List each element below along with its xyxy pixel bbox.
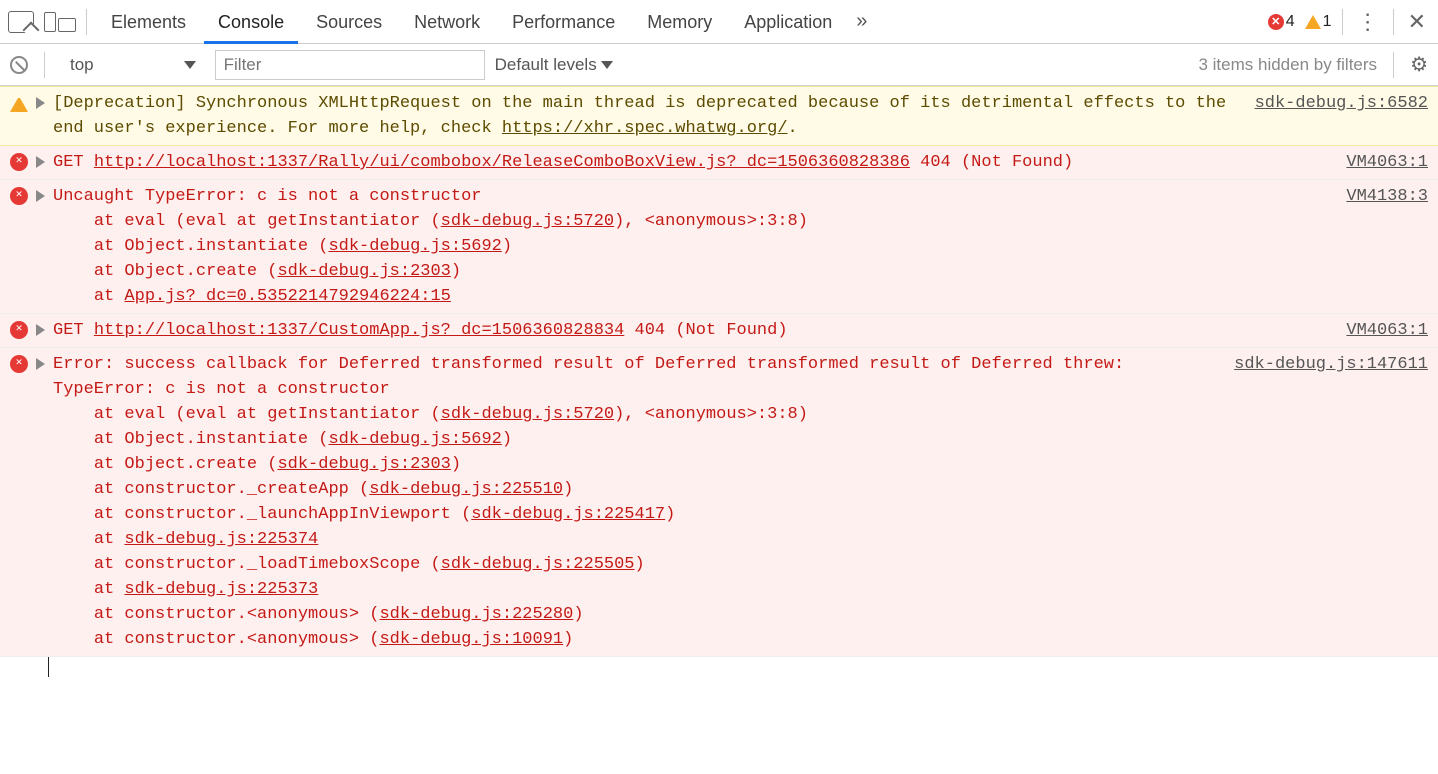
log-message-body: GET http://localhost:1337/CustomApp.js?_… (53, 318, 1338, 343)
stack-link[interactable]: sdk-debug.js:225417 (471, 505, 665, 524)
filter-input[interactable] (215, 50, 485, 80)
log-message-body: Error: success callback for Deferred tra… (53, 352, 1226, 652)
log-error: ✕ Error: success callback for Deferred t… (0, 348, 1438, 657)
stack-link[interactable]: sdk-debug.js:225373 (124, 580, 318, 599)
separator (1393, 9, 1394, 35)
tab-sources[interactable]: Sources (302, 0, 396, 44)
error-icon: ✕ (10, 187, 28, 205)
stack-link[interactable]: sdk-debug.js:5692 (328, 237, 501, 256)
stack-link[interactable]: sdk-debug.js:225280 (379, 605, 573, 624)
request-url[interactable]: http://localhost:1337/Rally/ui/combobox/… (94, 153, 910, 172)
stack-link[interactable]: sdk-debug.js:10091 (379, 630, 563, 649)
context-value: top (70, 55, 94, 75)
error-icon: ✕ (10, 355, 28, 373)
clear-console-icon[interactable] (10, 56, 28, 74)
stack-link[interactable]: sdk-debug.js:5692 (328, 430, 501, 449)
stack-link[interactable]: sdk-debug.js:225374 (124, 530, 318, 549)
stack-link[interactable]: sdk-debug.js:225505 (441, 555, 635, 574)
gear-icon[interactable]: ⚙ (1410, 52, 1428, 77)
separator (1342, 9, 1343, 35)
tabs-overflow[interactable]: » (850, 10, 873, 33)
source-link[interactable]: VM4063:1 (1346, 150, 1428, 175)
source-link[interactable]: VM4138:3 (1346, 184, 1428, 209)
inspect-icon[interactable] (8, 11, 40, 33)
console-toolbar: top Default levels 3 items hidden by fil… (0, 44, 1438, 86)
kebab-menu-icon[interactable]: ⋮ (1353, 9, 1383, 35)
log-message-body: Uncaught TypeError: c is not a construct… (53, 184, 1338, 309)
hidden-items-note[interactable]: 3 items hidden by filters (1198, 55, 1377, 75)
disclosure-icon[interactable] (36, 190, 45, 202)
disclosure-icon[interactable] (36, 358, 45, 370)
tab-memory[interactable]: Memory (633, 0, 726, 44)
tab-network[interactable]: Network (400, 0, 494, 44)
warning-icon (1305, 15, 1321, 29)
tab-application[interactable]: Application (730, 0, 846, 44)
error-count-badge[interactable]: ✕ 4 (1268, 13, 1295, 31)
disclosure-icon[interactable] (36, 97, 45, 109)
log-error: ✕ Uncaught TypeError: c is not a constru… (0, 180, 1438, 314)
disclosure-icon[interactable] (36, 156, 45, 168)
separator (44, 52, 45, 78)
tab-console[interactable]: Console (204, 0, 298, 44)
disclosure-icon[interactable] (36, 324, 45, 336)
stack-link[interactable]: App.js?_dc=0.5352214792946224:15 (124, 287, 450, 306)
warning-icon (10, 94, 28, 112)
log-error: ✕ GET http://localhost:1337/Rally/ui/com… (0, 146, 1438, 180)
chevron-down-icon (184, 61, 196, 69)
close-icon[interactable]: ✕ (1404, 9, 1430, 35)
chevron-down-icon (601, 61, 613, 69)
stack-link[interactable]: sdk-debug.js:5720 (441, 212, 614, 231)
warning-count: 1 (1323, 13, 1332, 31)
device-toggle-icon[interactable] (44, 12, 76, 32)
log-message-body: GET http://localhost:1337/Rally/ui/combo… (53, 150, 1338, 175)
console-prompt[interactable] (48, 657, 1438, 677)
log-levels-selector[interactable]: Default levels (495, 55, 613, 75)
stack-link[interactable]: sdk-debug.js:5720 (441, 405, 614, 424)
log-error: ✕ GET http://localhost:1337/CustomApp.js… (0, 314, 1438, 348)
tab-elements[interactable]: Elements (97, 0, 200, 44)
source-link[interactable]: sdk-debug.js:6582 (1255, 91, 1428, 116)
error-icon: ✕ (1268, 14, 1284, 30)
warning-count-badge[interactable]: 1 (1305, 13, 1332, 31)
stack-link[interactable]: sdk-debug.js:225510 (369, 480, 563, 499)
external-link[interactable]: https://xhr.spec.whatwg.org/ (502, 119, 788, 138)
context-selector[interactable]: top (61, 50, 205, 80)
source-link[interactable]: VM4063:1 (1346, 318, 1428, 343)
levels-value: Default levels (495, 55, 597, 75)
stack-link[interactable]: sdk-debug.js:2303 (277, 262, 450, 281)
stack-link[interactable]: sdk-debug.js:2303 (277, 455, 450, 474)
error-count: 4 (1286, 13, 1295, 31)
source-link[interactable]: sdk-debug.js:147611 (1234, 352, 1428, 377)
console-log: [Deprecation] Synchronous XMLHttpRequest… (0, 86, 1438, 677)
error-icon: ✕ (10, 321, 28, 339)
log-warning: [Deprecation] Synchronous XMLHttpRequest… (0, 86, 1438, 146)
devtools-tabbar: Elements Console Sources Network Perform… (0, 0, 1438, 44)
log-message-body: [Deprecation] Synchronous XMLHttpRequest… (53, 91, 1247, 141)
separator (86, 9, 87, 35)
separator (1393, 52, 1394, 78)
request-url[interactable]: http://localhost:1337/CustomApp.js?_dc=1… (94, 321, 625, 340)
error-icon: ✕ (10, 153, 28, 171)
tab-performance[interactable]: Performance (498, 0, 629, 44)
